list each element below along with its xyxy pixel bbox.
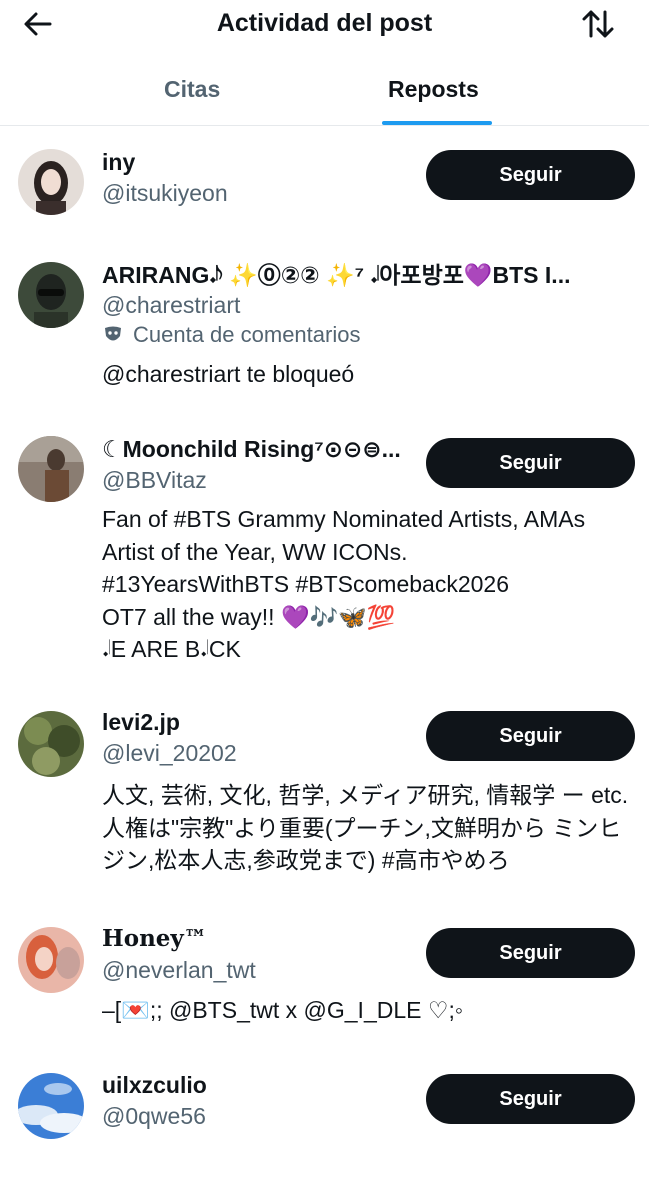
avatar[interactable] [18, 711, 84, 777]
avatar-photo [18, 262, 84, 328]
user-name: ARIRANG𝆺𝅥𝅮 ✨⓪②② ✨⁷ 𝆺𝅥아포방포💜BTS I... [102, 262, 571, 288]
user-row-levi[interactable]: levi2.jp @levi_20202 Seguir 人文, 芸術, 文化, … [0, 695, 649, 900]
page-title: Actividad del post [216, 9, 433, 37]
tab-bar: Citas Reposts [0, 60, 649, 126]
user-handle: @BBVitaz [102, 467, 207, 493]
user-row-charestriart[interactable]: ARIRANG𝆺𝅥𝅮 ✨⓪②② ✨⁷ 𝆺𝅥아포방포💜BTS I... @char… [0, 240, 649, 420]
avatar-photo [18, 149, 84, 215]
avatar[interactable] [18, 1073, 84, 1139]
user-bio: @charestriart te bloqueó [102, 361, 355, 387]
user-bio: Fan of #BTS Grammy Nominated Artists, AM… [102, 506, 586, 662]
user-bio: –[💌;; @BTS_twt x @G_I_DLE ♡;◦ [102, 997, 464, 1023]
user-bio: 人文, 芸術, 文化, 哲学, メディア研究, 情報学 ー etc. 人権は"宗… [102, 782, 635, 873]
follow-button[interactable]: Seguir [426, 438, 635, 488]
follow-button[interactable]: Seguir [426, 150, 635, 200]
user-handle: @itsukiyeon [102, 180, 228, 206]
avatar[interactable] [18, 149, 84, 215]
avatar-photo [18, 927, 84, 993]
user-name: iny [102, 149, 136, 175]
user-row-0qwe56[interactable]: uilxzculio @0qwe56 Seguir [0, 1062, 649, 1162]
avatar-photo [18, 1073, 84, 1139]
follow-button[interactable]: Seguir [426, 711, 635, 761]
avatar-photo [18, 711, 84, 777]
user-name: uilxzculio [102, 1072, 207, 1098]
mask-icon [105, 326, 121, 341]
top-bar: Actividad del post [0, 0, 649, 48]
tab-citas[interactable]: Citas [164, 72, 220, 106]
user-handle: @charestriart [102, 292, 241, 318]
user-row-iny[interactable]: iny @itsukiyeon Seguir [0, 126, 649, 226]
follow-button[interactable]: Seguir [426, 1074, 635, 1124]
avatar[interactable] [18, 927, 84, 993]
account-type-label: Cuenta de comentarios [133, 322, 361, 347]
avatar[interactable] [18, 436, 84, 502]
user-name: levi2.jp [102, 709, 180, 735]
tab-selected-indicator [382, 121, 492, 125]
avatar[interactable] [18, 262, 84, 328]
user-name: ☾Moonchild Rising⁷⊙⊝⊜... [102, 436, 401, 462]
user-name: Honey™ [102, 925, 207, 952]
user-row-bbvitaz[interactable]: ☾Moonchild Rising⁷⊙⊝⊜... @BBVitaz Seguir… [0, 420, 649, 695]
user-handle: @0qwe56 [102, 1103, 206, 1129]
user-handle: @neverlan_twt [102, 957, 256, 983]
user-row-neverlan[interactable]: Honey™ @neverlan_twt Seguir –[💌;; @BTS_t… [0, 912, 649, 1062]
avatar-photo [18, 436, 84, 502]
user-handle: @levi_20202 [102, 740, 237, 766]
sort-arrows-icon[interactable] [580, 6, 616, 42]
tab-reposts[interactable]: Reposts [388, 72, 479, 106]
follow-button[interactable]: Seguir [426, 928, 635, 978]
